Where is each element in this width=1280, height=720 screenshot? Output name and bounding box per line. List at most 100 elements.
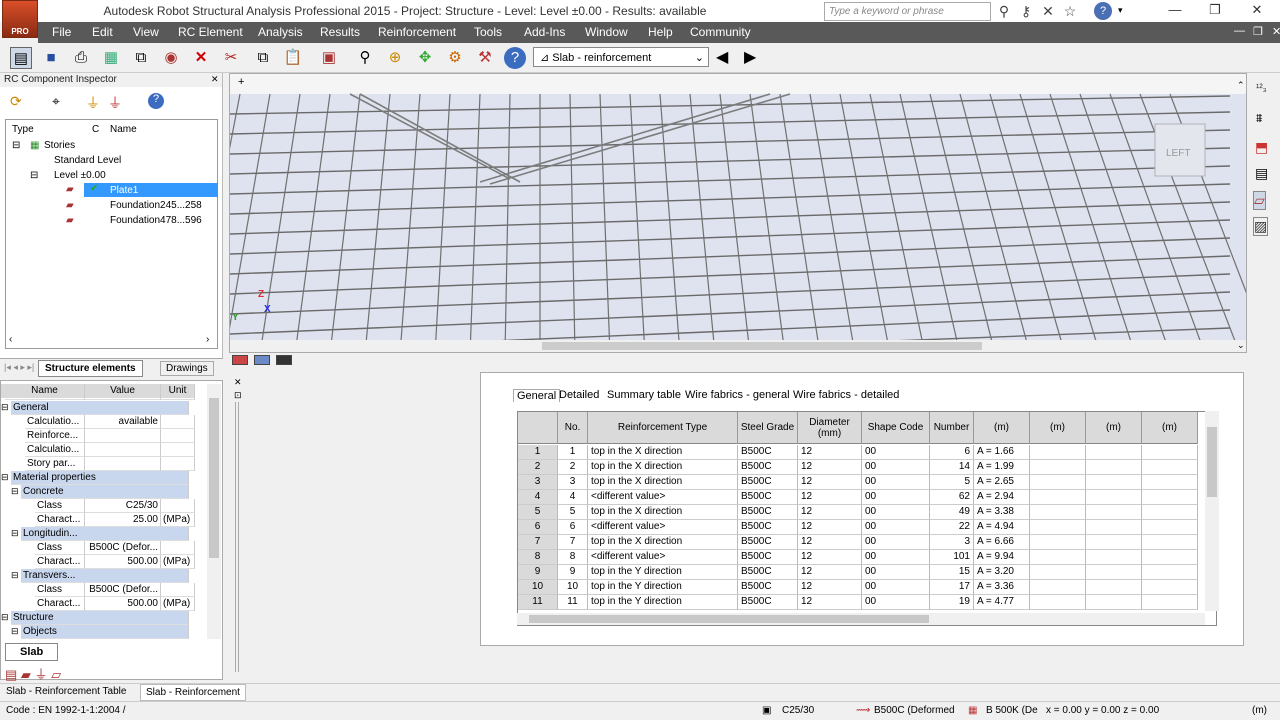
menu-edit[interactable]: Edit	[92, 25, 113, 39]
help-icon[interactable]: ?	[1094, 2, 1112, 20]
table-cell[interactable]: top in the Y direction	[588, 595, 738, 610]
property-value[interactable]: C25/30	[85, 499, 161, 513]
collapse-icon[interactable]: ⊟	[12, 140, 20, 151]
table-cell[interactable]	[1142, 505, 1198, 520]
table-cell[interactable]: top in the Y direction	[588, 580, 738, 595]
close-icon[interactable]: ✕	[234, 377, 242, 388]
property-row[interactable]: Story par...	[1, 457, 195, 471]
grid-hscrollbar[interactable]	[517, 613, 1205, 625]
display-icon[interactable]: ⩩	[1256, 111, 1262, 126]
table-cell[interactable]: 12	[798, 565, 862, 580]
table-cell[interactable]: 12	[798, 490, 862, 505]
table-cell[interactable]: 00	[862, 580, 930, 595]
table-cell[interactable]: 12	[798, 535, 862, 550]
previous-layout-icon[interactable]: ◀	[716, 47, 728, 67]
exchange-icon[interactable]: ✕	[1039, 2, 1057, 20]
table-cell[interactable]	[1030, 505, 1086, 520]
table-cell[interactable]	[1086, 535, 1142, 550]
splitter[interactable]	[235, 402, 239, 672]
table-cell[interactable]	[1142, 475, 1198, 490]
table-cell[interactable]: 2	[558, 460, 588, 475]
table-cell[interactable]	[1030, 580, 1086, 595]
property-value[interactable]: 25.00	[85, 513, 161, 527]
tab-general[interactable]: General	[513, 389, 561, 402]
property-row[interactable]: ⊟ Material properties	[1, 471, 195, 485]
menu-tools[interactable]: Tools	[474, 25, 502, 39]
table-cell[interactable]: 00	[862, 520, 930, 535]
help-toolbar-icon[interactable]: ?	[504, 47, 526, 69]
property-value[interactable]: 500.00	[85, 555, 161, 569]
table-cell[interactable]: 00	[862, 550, 930, 565]
table-cell[interactable]: 00	[862, 565, 930, 580]
table-cell[interactable]	[1086, 505, 1142, 520]
property-row[interactable]: Charact... 25.00 (MPa)	[1, 513, 195, 527]
tab-slab[interactable]: Slab	[5, 643, 59, 661]
table-cell[interactable]: 3	[558, 475, 588, 490]
tree-item-level[interactable]: Level ±0.00	[54, 170, 106, 181]
property-row[interactable]: ⊟ Transvers...	[1, 569, 195, 583]
property-row[interactable]: ⊟ Structure	[1, 611, 195, 625]
table-cell[interactable]: 14	[930, 460, 974, 475]
menu-help[interactable]: Help	[648, 25, 673, 39]
table-cell[interactable]	[1086, 490, 1142, 505]
slab-reinforcement-icon[interactable]: ▱	[1253, 191, 1266, 210]
camera-icon[interactable]: ◉	[160, 47, 182, 69]
row-header[interactable]: 1	[518, 445, 558, 460]
column-header[interactable]: (m)	[1030, 412, 1086, 444]
table-cell[interactable]	[1030, 535, 1086, 550]
table-cell[interactable]: 00	[862, 535, 930, 550]
table-cell[interactable]: B500C	[738, 445, 798, 460]
table-cell[interactable]: 11	[558, 595, 588, 610]
table-cell[interactable]: B500C	[738, 580, 798, 595]
property-row[interactable]: ⊟ Longitudin...	[1, 527, 195, 541]
table-cell[interactable]: <different value>	[588, 520, 738, 535]
pan-icon[interactable]: ✥	[414, 47, 436, 69]
tree-item-standard-level[interactable]: Standard Level	[54, 155, 121, 166]
table-cell[interactable]	[1142, 565, 1198, 580]
zoom-icon[interactable]: ⚲	[354, 47, 376, 69]
tree-item-foundation-2[interactable]: Foundation478...596	[110, 215, 202, 226]
table-cell[interactable]: A = 1.66	[974, 445, 1030, 460]
scroll-down-icon[interactable]: ⌄	[1237, 340, 1245, 351]
table-cell[interactable]	[1030, 445, 1086, 460]
table-cell[interactable]	[1086, 445, 1142, 460]
menu-analysis[interactable]: Analysis	[258, 25, 303, 39]
table-cell[interactable]: 12	[798, 445, 862, 460]
table-cell[interactable]: 6	[930, 445, 974, 460]
table-cell[interactable]: A = 3.20	[974, 565, 1030, 580]
table-cell[interactable]	[1086, 475, 1142, 490]
collapse-icon[interactable]: ⊟	[11, 486, 19, 497]
column-header[interactable]: (m)	[974, 412, 1030, 444]
status-steel-mesh[interactable]: B 500K (De	[986, 705, 1038, 716]
table-cell[interactable]: 22	[930, 520, 974, 535]
view-mode-3-icon[interactable]	[276, 355, 292, 365]
table-cell[interactable]: 101	[930, 550, 974, 565]
property-row[interactable]: Class B500C (Defor...	[1, 541, 195, 555]
tree-item-foundation-1[interactable]: Foundation245...258	[110, 200, 202, 211]
table-cell[interactable]	[1030, 520, 1086, 535]
table-cell[interactable]: 00	[862, 445, 930, 460]
table-cell[interactable]	[1086, 580, 1142, 595]
table-cell[interactable]: top in the X direction	[588, 460, 738, 475]
doc-restore-button[interactable]: ❐	[1253, 25, 1263, 38]
collapse-icon[interactable]: ⊟	[1, 402, 9, 413]
table-cell[interactable]: 8	[558, 550, 588, 565]
column-header[interactable]: (m)	[1142, 412, 1198, 444]
tab-summary-table[interactable]: Summary table	[607, 389, 681, 401]
table-cell[interactable]	[1086, 460, 1142, 475]
table-cell[interactable]: 49	[930, 505, 974, 520]
table-cell[interactable]: 9	[558, 565, 588, 580]
properties-scrollbar[interactable]	[207, 384, 221, 639]
table-cell[interactable]: A = 4.77	[974, 595, 1030, 610]
dock-icon[interactable]: ⊡	[234, 390, 242, 401]
print-icon[interactable]: ⎙	[70, 47, 92, 69]
property-value[interactable]	[85, 429, 161, 443]
doc-tab-reinforcement[interactable]: Slab - Reinforcement	[140, 684, 246, 701]
table-cell[interactable]	[1142, 490, 1198, 505]
table-cell[interactable]: 5	[558, 505, 588, 520]
sections-icon[interactable]: ▤	[1255, 165, 1268, 182]
table-cell[interactable]	[1030, 595, 1086, 610]
table-cell[interactable]: B500C	[738, 505, 798, 520]
help-icon[interactable]: ?	[148, 93, 164, 109]
table-cell[interactable]	[1142, 580, 1198, 595]
